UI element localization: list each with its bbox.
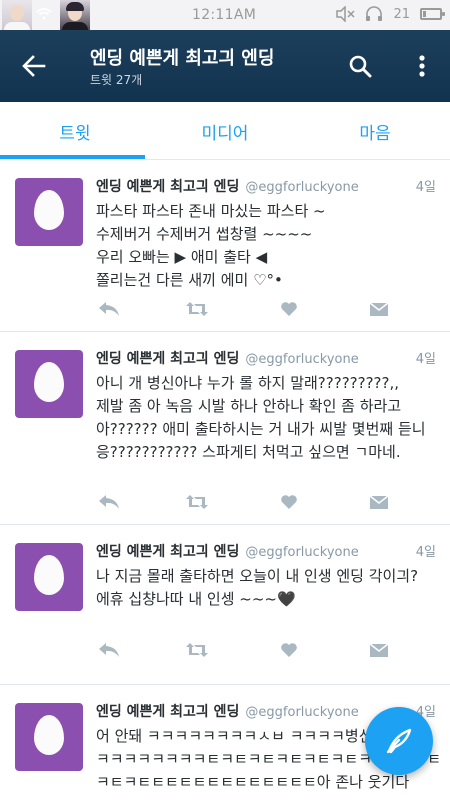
author-handle[interactable]: @eggforluckyone [245, 180, 358, 195]
like-icon [281, 643, 297, 657]
status-bar: 12:11AM 21 [0, 0, 450, 30]
compose-icon [386, 728, 412, 754]
search-icon [349, 55, 372, 78]
egg-avatar-icon [34, 555, 64, 595]
author-handle[interactable]: @eggforluckyone [245, 705, 358, 720]
retweet-button[interactable] [184, 298, 210, 320]
avatar[interactable] [15, 350, 83, 418]
like-button[interactable] [276, 639, 302, 661]
reply-icon [99, 302, 119, 316]
avatar[interactable] [15, 703, 83, 771]
author-name[interactable]: 엔딩 예쁜게 최고긔 엔딩 [96, 544, 239, 560]
back-button[interactable] [16, 50, 52, 82]
retweet-button[interactable] [184, 491, 210, 513]
headphones-icon [366, 6, 383, 21]
tweet-time: 4일 [415, 545, 436, 560]
retweet-button[interactable] [184, 639, 210, 661]
message-icon [369, 302, 389, 316]
more-options-button[interactable] [408, 50, 436, 82]
like-button[interactable] [276, 491, 302, 513]
tweet-actions [96, 491, 396, 513]
avatar[interactable] [15, 543, 83, 611]
tweet-header: 엔딩 예쁜게 최고긔 엔딩 @eggforluckyone 4일 [96, 176, 436, 198]
status-icons: 21 [335, 6, 445, 22]
message-icon [369, 643, 389, 657]
tab-media[interactable]: 미디어 [150, 102, 300, 160]
back-arrow-icon [22, 55, 46, 77]
egg-avatar-icon [34, 362, 64, 402]
like-button[interactable] [276, 298, 302, 320]
notification-thumbnail [2, 0, 32, 30]
author-handle[interactable]: @eggforluckyone [245, 545, 358, 560]
tweet-time: 4일 [415, 180, 436, 195]
retweet-icon [186, 302, 208, 316]
tab-likes[interactable]: 마음 [300, 102, 450, 160]
retweet-icon [186, 643, 208, 657]
message-button[interactable] [366, 639, 392, 661]
tweet-header: 엔딩 예쁜게 최고긔 엔딩 @eggforluckyone 4일 [96, 541, 436, 563]
tweet-count: 트윗 27개 [90, 73, 143, 87]
profile-title: 엔딩 예쁜게 최고긔 엔딩 [90, 48, 275, 69]
active-tab-indicator [0, 155, 145, 159]
author-name[interactable]: 엔딩 예쁜게 최고긔 엔딩 [96, 704, 239, 720]
tweet-time: 4일 [415, 352, 436, 367]
tab-tweets[interactable]: 트윗 [0, 102, 150, 160]
notification-thumbnail [60, 0, 90, 30]
reply-icon [99, 643, 119, 657]
tweet-item[interactable]: 엔딩 예쁜게 최고긔 엔딩 @eggforluckyone 4일 파스타 파스타 … [0, 160, 450, 332]
like-icon [281, 302, 297, 316]
author-name[interactable]: 엔딩 예쁜게 최고긔 엔딩 [96, 351, 239, 367]
tweet-item[interactable]: 엔딩 예쁜게 최고긔 엔딩 @eggforluckyone 4일 아니 개 병신아… [0, 332, 450, 525]
reply-button[interactable] [96, 639, 122, 661]
message-button[interactable] [366, 491, 392, 513]
search-button[interactable] [344, 50, 376, 82]
status-time: 12:11AM [192, 7, 257, 23]
compose-tweet-button[interactable] [365, 707, 433, 775]
tweet-text: 나 지금 몰래 출타하면 오늘이 내 인생 엔딩 각이긔? 에휴 십챵나따 내 … [96, 567, 419, 608]
egg-avatar-icon [34, 715, 64, 755]
tweet-header: 엔딩 예쁜게 최고긔 엔딩 @eggforluckyone 4일 [96, 348, 436, 370]
profile-tabs: 트윗 미디어 마음 [0, 102, 450, 160]
author-name[interactable]: 엔딩 예쁜게 최고긔 엔딩 [96, 179, 239, 195]
battery-icon [420, 8, 445, 20]
tweet-actions [96, 298, 396, 320]
egg-avatar-icon [34, 190, 64, 230]
app-header: 엔딩 예쁜게 최고긔 엔딩 트윗 27개 [0, 30, 450, 102]
reply-icon [99, 495, 119, 509]
battery-percent: 21 [393, 6, 410, 22]
reply-button[interactable] [96, 491, 122, 513]
tweet-text: 아니 개 병신아냐 누가 롤 하지 말래?????????,, 제발 좀 아 녹… [96, 374, 426, 461]
more-vertical-icon [419, 55, 425, 77]
mute-icon [336, 6, 355, 22]
author-handle[interactable]: @eggforluckyone [245, 352, 358, 367]
avatar[interactable] [15, 178, 83, 246]
message-button[interactable] [366, 298, 392, 320]
tweet-actions [96, 639, 396, 661]
retweet-icon [186, 495, 208, 509]
message-icon [369, 495, 389, 509]
tweet-item[interactable]: 엔딩 예쁜게 최고긔 엔딩 @eggforluckyone 4일 나 지금 몰래 … [0, 525, 450, 685]
reply-button[interactable] [96, 298, 122, 320]
wifi-icon [36, 8, 52, 20]
like-icon [281, 495, 297, 509]
tweet-text: 파스타 파스타 존내 마싰는 파스타 ~ 수제버거 수제버거 썹창렬 ~~~~ … [96, 202, 326, 289]
